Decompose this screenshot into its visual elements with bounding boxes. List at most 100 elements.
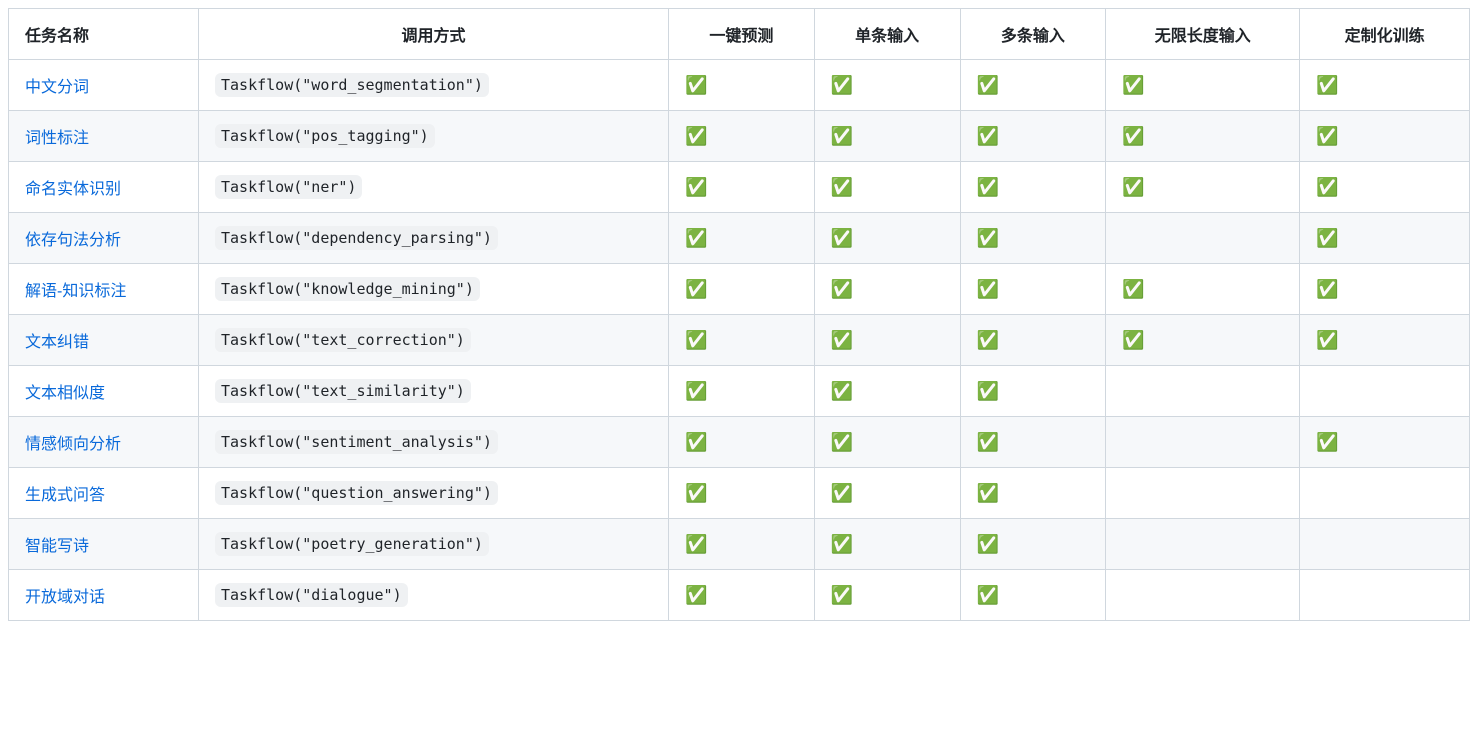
check-icon: ✅ bbox=[685, 330, 707, 350]
check-icon: ✅ bbox=[685, 126, 707, 146]
check-icon: ✅ bbox=[831, 330, 853, 350]
header-single-input: 单条输入 bbox=[814, 9, 960, 60]
task-link[interactable]: 解语-知识标注 bbox=[25, 283, 126, 300]
task-link[interactable]: 开放域对话 bbox=[25, 589, 105, 606]
check-icon: ✅ bbox=[685, 177, 707, 197]
check-cell: ✅ bbox=[814, 519, 960, 570]
check-icon: ✅ bbox=[977, 228, 999, 248]
check-cell: ✅ bbox=[669, 111, 815, 162]
check-icon: ✅ bbox=[831, 432, 853, 452]
check-icon: ✅ bbox=[685, 432, 707, 452]
check-icon: ✅ bbox=[977, 279, 999, 299]
check-cell bbox=[1300, 468, 1470, 519]
check-icon: ✅ bbox=[1122, 330, 1144, 350]
check-cell: ✅ bbox=[1106, 162, 1300, 213]
check-icon: ✅ bbox=[1122, 279, 1144, 299]
check-icon: ✅ bbox=[977, 432, 999, 452]
invocation-cell: Taskflow("knowledge_mining") bbox=[199, 264, 669, 315]
invocation-cell: Taskflow("dialogue") bbox=[199, 570, 669, 621]
check-cell: ✅ bbox=[1106, 111, 1300, 162]
check-cell: ✅ bbox=[669, 366, 815, 417]
invocation-cell: Taskflow("question_answering") bbox=[199, 468, 669, 519]
check-icon: ✅ bbox=[831, 534, 853, 554]
check-icon: ✅ bbox=[831, 75, 853, 95]
check-icon: ✅ bbox=[685, 585, 707, 605]
task-link[interactable]: 生成式问答 bbox=[25, 487, 105, 504]
table-row: 词性标注Taskflow("pos_tagging")✅✅✅✅✅ bbox=[9, 111, 1470, 162]
table-body: 中文分词Taskflow("word_segmentation")✅✅✅✅✅词性… bbox=[9, 60, 1470, 621]
invocation-code: Taskflow("text_correction") bbox=[215, 328, 471, 352]
check-icon: ✅ bbox=[831, 228, 853, 248]
check-cell: ✅ bbox=[960, 213, 1106, 264]
check-cell: ✅ bbox=[1300, 264, 1470, 315]
check-cell: ✅ bbox=[1106, 315, 1300, 366]
check-cell: ✅ bbox=[669, 468, 815, 519]
invocation-code: Taskflow("dependency_parsing") bbox=[215, 226, 498, 250]
invocation-code: Taskflow("word_segmentation") bbox=[215, 73, 489, 97]
task-link[interactable]: 命名实体识别 bbox=[25, 181, 121, 198]
task-link[interactable]: 情感倾向分析 bbox=[25, 436, 121, 453]
task-name-cell: 情感倾向分析 bbox=[9, 417, 199, 468]
check-icon: ✅ bbox=[977, 381, 999, 401]
invocation-code: Taskflow("sentiment_analysis") bbox=[215, 430, 498, 454]
check-cell: ✅ bbox=[814, 111, 960, 162]
table-row: 智能写诗Taskflow("poetry_generation")✅✅✅ bbox=[9, 519, 1470, 570]
check-icon: ✅ bbox=[1316, 126, 1338, 146]
check-icon: ✅ bbox=[977, 483, 999, 503]
task-link[interactable]: 文本相似度 bbox=[25, 385, 105, 402]
check-cell: ✅ bbox=[960, 315, 1106, 366]
check-cell: ✅ bbox=[1106, 60, 1300, 111]
check-icon: ✅ bbox=[977, 126, 999, 146]
task-name-cell: 开放域对话 bbox=[9, 570, 199, 621]
check-icon: ✅ bbox=[685, 228, 707, 248]
check-cell bbox=[1106, 213, 1300, 264]
invocation-code: Taskflow("poetry_generation") bbox=[215, 532, 489, 556]
check-cell: ✅ bbox=[960, 519, 1106, 570]
table-row: 中文分词Taskflow("word_segmentation")✅✅✅✅✅ bbox=[9, 60, 1470, 111]
check-cell: ✅ bbox=[960, 366, 1106, 417]
check-icon: ✅ bbox=[831, 177, 853, 197]
invocation-cell: Taskflow("text_correction") bbox=[199, 315, 669, 366]
task-link[interactable]: 智能写诗 bbox=[25, 538, 89, 555]
check-cell: ✅ bbox=[669, 315, 815, 366]
check-cell bbox=[1106, 519, 1300, 570]
check-cell: ✅ bbox=[960, 468, 1106, 519]
check-icon: ✅ bbox=[977, 585, 999, 605]
check-cell: ✅ bbox=[814, 570, 960, 621]
check-cell: ✅ bbox=[960, 162, 1106, 213]
check-icon: ✅ bbox=[1316, 75, 1338, 95]
check-cell bbox=[1106, 366, 1300, 417]
task-name-cell: 文本纠错 bbox=[9, 315, 199, 366]
check-icon: ✅ bbox=[831, 126, 853, 146]
check-icon: ✅ bbox=[1316, 330, 1338, 350]
task-name-cell: 中文分词 bbox=[9, 60, 199, 111]
check-icon: ✅ bbox=[1316, 228, 1338, 248]
check-icon: ✅ bbox=[831, 381, 853, 401]
check-icon: ✅ bbox=[977, 75, 999, 95]
check-cell: ✅ bbox=[814, 315, 960, 366]
table-header: 任务名称 调用方式 一键预测 单条输入 多条输入 无限长度输入 定制化训练 bbox=[9, 9, 1470, 60]
task-link[interactable]: 依存句法分析 bbox=[25, 232, 121, 249]
check-cell: ✅ bbox=[669, 162, 815, 213]
invocation-cell: Taskflow("word_segmentation") bbox=[199, 60, 669, 111]
task-link[interactable]: 词性标注 bbox=[25, 130, 89, 147]
check-cell: ✅ bbox=[669, 264, 815, 315]
check-icon: ✅ bbox=[831, 279, 853, 299]
task-link[interactable]: 文本纠错 bbox=[25, 334, 89, 351]
task-link[interactable]: 中文分词 bbox=[25, 79, 89, 96]
check-cell: ✅ bbox=[960, 111, 1106, 162]
table-row: 文本纠错 Taskflow("text_correction") ✅ ✅ ✅ ✅ ✅ bbox=[9, 315, 1470, 366]
invocation-code: Taskflow("ner") bbox=[215, 175, 362, 199]
check-cell: ✅ bbox=[960, 60, 1106, 111]
check-icon: ✅ bbox=[977, 330, 999, 350]
check-cell: ✅ bbox=[814, 213, 960, 264]
check-icon: ✅ bbox=[1122, 126, 1144, 146]
check-cell: ✅ bbox=[1300, 417, 1470, 468]
check-cell bbox=[1106, 417, 1300, 468]
check-cell: ✅ bbox=[960, 264, 1106, 315]
invocation-cell: Taskflow("ner") bbox=[199, 162, 669, 213]
header-multi-input: 多条输入 bbox=[960, 9, 1106, 60]
table-row: 文本相似度Taskflow("text_similarity")✅✅✅ bbox=[9, 366, 1470, 417]
check-cell: ✅ bbox=[669, 417, 815, 468]
header-custom-training: 定制化训练 bbox=[1300, 9, 1470, 60]
